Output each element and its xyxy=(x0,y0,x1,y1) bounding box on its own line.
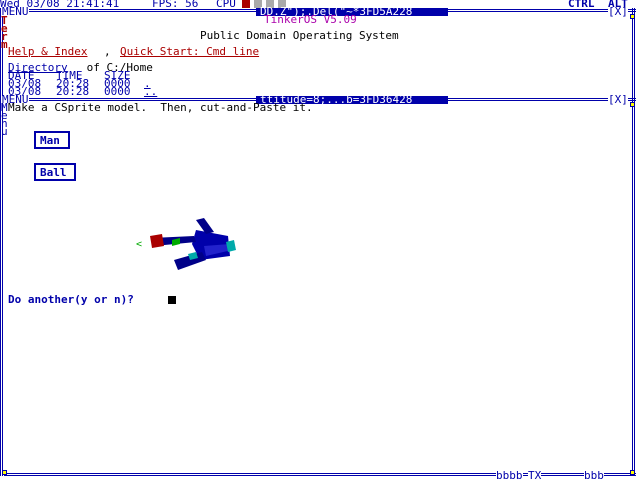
model-window-left-border xyxy=(0,96,3,476)
os-name: TinkerOS V5.09 xyxy=(264,13,357,26)
term-window-resize-corner[interactable] xyxy=(630,14,635,19)
help-index-link[interactable]: Help & Index xyxy=(8,46,87,57)
term-side-letter: m xyxy=(1,38,8,51)
term-window-right-border xyxy=(632,8,635,100)
quick-start-link[interactable]: Quick Start: Cmd line xyxy=(120,46,259,57)
ball-button[interactable]: Ball xyxy=(34,163,76,181)
sprite-man-figure[interactable]: < xyxy=(134,216,244,278)
prompt-question: Do another(y or n)? xyxy=(8,293,141,306)
sprite-origin-marker: < xyxy=(136,239,142,250)
model-window-corner-br[interactable] xyxy=(630,470,635,475)
ctrl-indicator: CTRL xyxy=(568,0,595,10)
man-button[interactable]: Man xyxy=(34,131,70,149)
man-button-label: Man xyxy=(40,134,60,147)
fps-readout: FPS: 56 xyxy=(152,0,199,10)
row-size: 0000 xyxy=(104,85,131,98)
link-separator: , xyxy=(104,45,118,58)
term-close-button[interactable]: [X] xyxy=(608,6,628,17)
row-name-link[interactable]: .. xyxy=(144,86,157,97)
ball-button-label: Ball xyxy=(40,166,67,179)
tx-indicator: TX xyxy=(528,469,542,482)
instruction-text: Make a CSprite model. Then, cut-and-Past… xyxy=(8,101,313,114)
model-window-resize-corner[interactable] xyxy=(630,102,635,107)
model-window-corner-bl[interactable] xyxy=(2,470,7,475)
task-indicators-2[interactable]: bbb xyxy=(584,470,604,481)
task-indicators[interactable]: bbbb xyxy=(496,470,523,481)
cpu-meter-core-0 xyxy=(242,0,250,8)
row-time: 20:28 xyxy=(56,85,90,98)
os-tagline: Public Domain Operating System xyxy=(200,29,399,42)
model-side-letter: u xyxy=(1,125,8,138)
cpu-label: CPU xyxy=(216,0,236,10)
text-cursor[interactable] xyxy=(168,296,176,304)
model-window-right-border xyxy=(632,96,635,476)
sprite-hand-left xyxy=(150,234,164,248)
model-close-button[interactable]: [X] xyxy=(608,94,628,105)
